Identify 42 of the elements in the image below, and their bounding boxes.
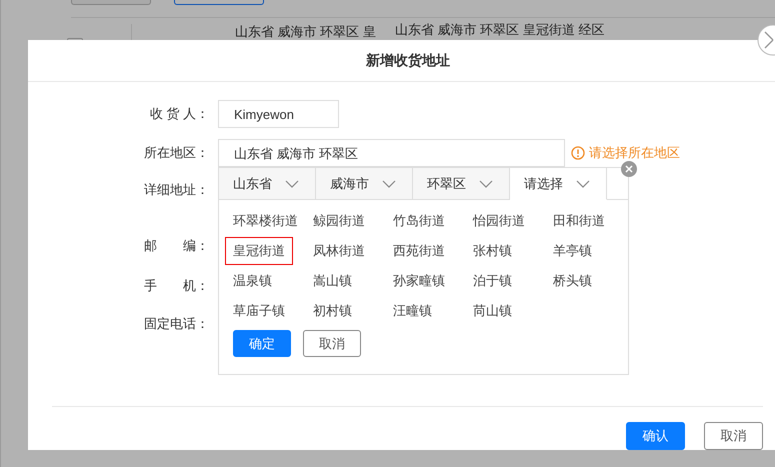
region-tab[interactable]: 环翠区 — [413, 168, 510, 200]
field-label: 邮 编： — [143, 237, 210, 255]
warning-icon — [571, 146, 585, 160]
cancel-button[interactable]: 取消 — [704, 422, 763, 450]
chevron-down-icon — [479, 180, 493, 188]
chevron-down-icon — [285, 180, 299, 188]
region-option[interactable]: 孙家疃镇 — [385, 267, 453, 295]
field-label: 详细地址： — [143, 181, 210, 199]
region-option[interactable]: 泊于镇 — [465, 267, 520, 295]
field-label: 固定电话： — [143, 315, 210, 333]
cancel-button[interactable]: 取消 — [303, 330, 361, 357]
region-option[interactable]: 温泉镇 — [225, 267, 280, 295]
input-field[interactable]: Kimyewon — [218, 100, 339, 128]
region-option[interactable]: 嵩山镇 — [305, 267, 360, 295]
page-button[interactable] — [174, 0, 264, 5]
region-option[interactable]: 田和街道 — [545, 207, 613, 235]
confirm-button[interactable]: 确认 — [626, 422, 685, 450]
warning-text: 请选择所在地区 — [589, 144, 680, 162]
field-label: 所在地区： — [143, 144, 210, 162]
region-option[interactable]: 鲸园街道 — [305, 207, 373, 235]
region-option[interactable]: 初村镇 — [305, 297, 360, 325]
confirm-button[interactable]: 确定 — [233, 330, 291, 357]
region-option[interactable]: 汪疃镇 — [385, 297, 440, 325]
region-option[interactable]: 竹岛街道 — [385, 207, 453, 235]
chevron-down-icon — [576, 180, 590, 188]
region-option[interactable]: 桥头镇 — [545, 267, 600, 295]
field-label: 收 货 人： — [148, 105, 210, 123]
region-tab[interactable]: 威海市 — [316, 168, 413, 200]
region-option[interactable]: 苘山镇 — [465, 297, 520, 325]
region-option[interactable]: 皇冠街道 — [225, 237, 293, 265]
region-option[interactable]: 怡园街道 — [465, 207, 533, 235]
field-label: 手 机： — [143, 277, 210, 295]
region-option[interactable]: 张村镇 — [465, 237, 520, 265]
region-option[interactable]: 环翠楼街道 — [225, 207, 306, 235]
table-cell: 山东省 威海市 环翠区 皇冠街道 经区 — [395, 22, 604, 37]
region-field[interactable]: 山东省 威海市 环翠区 — [218, 139, 565, 167]
chevron-down-icon — [382, 180, 396, 188]
region-option[interactable]: 凤林街道 — [305, 237, 373, 265]
region-option[interactable]: 西苑街道 — [385, 237, 453, 265]
region-tab[interactable]: 山东省 — [219, 168, 316, 200]
region-option[interactable]: 羊亭镇 — [545, 237, 600, 265]
region-option[interactable]: 草庙子镇 — [225, 297, 293, 325]
